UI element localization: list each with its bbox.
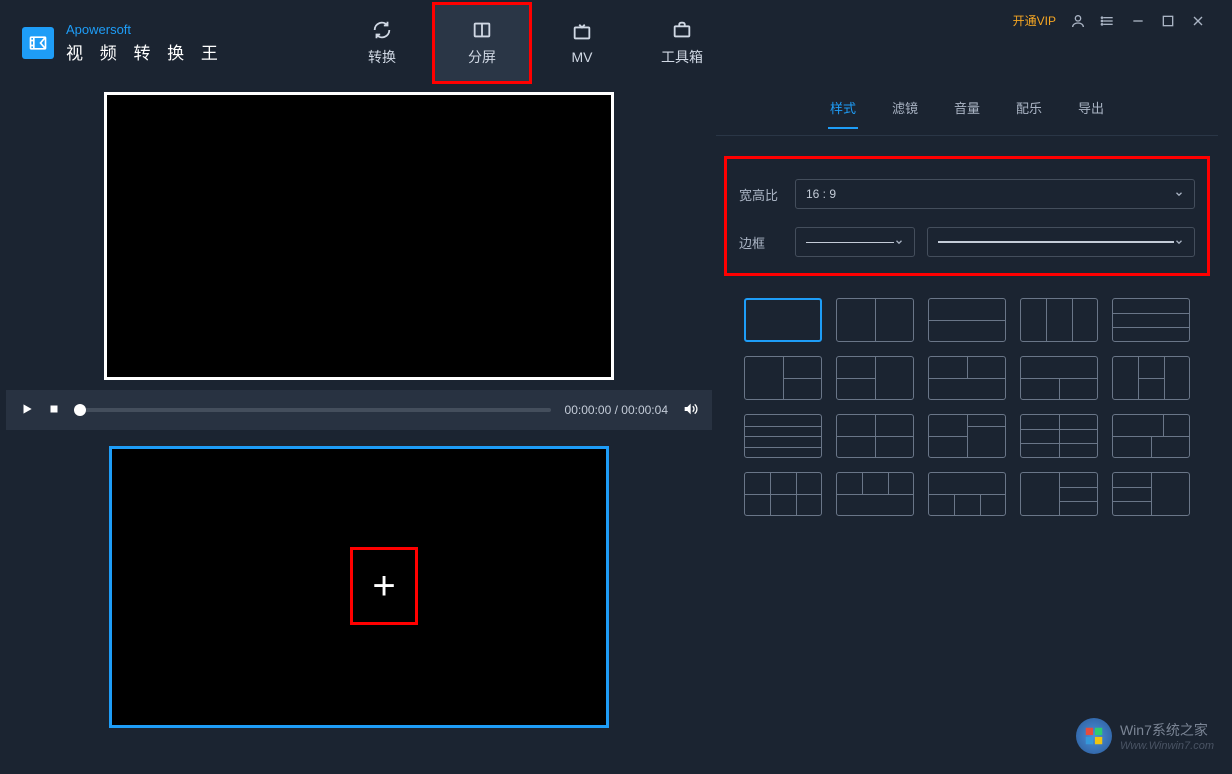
tab-export[interactable]: 导出 xyxy=(1076,94,1106,129)
vip-button[interactable]: 开通VIP xyxy=(1013,12,1056,29)
layout-14[interactable] xyxy=(1020,414,1098,458)
chevron-down-icon xyxy=(1174,189,1184,199)
watermark-url: Www.Winwin7.com xyxy=(1120,740,1214,752)
close-button[interactable] xyxy=(1190,13,1206,29)
aspect-value: 16 : 9 xyxy=(806,187,836,201)
nav-split-label: 分屏 xyxy=(468,47,496,67)
nav-toolbox-label: 工具箱 xyxy=(661,47,703,67)
layout-4[interactable] xyxy=(1020,298,1098,342)
time-display: 00:00:00 / 00:00:04 xyxy=(565,403,668,417)
layout-5[interactable] xyxy=(1112,298,1190,342)
refresh-icon xyxy=(371,19,393,41)
layout-20[interactable] xyxy=(1112,472,1190,516)
nav-convert[interactable]: 转换 xyxy=(332,2,432,84)
preview-top xyxy=(104,92,614,380)
volume-icon[interactable] xyxy=(682,401,698,420)
layout-18[interactable] xyxy=(928,472,1006,516)
settings-panel: 宽高比 16 : 9 边框 xyxy=(724,156,1210,276)
toolbox-icon xyxy=(671,19,693,41)
layout-grid xyxy=(716,276,1218,516)
border-width-select[interactable] xyxy=(795,227,915,257)
tab-volume[interactable]: 音量 xyxy=(952,94,982,129)
add-zone[interactable]: + xyxy=(350,547,418,625)
brand-name: Apowersoft xyxy=(66,22,224,37)
layout-19[interactable] xyxy=(1020,472,1098,516)
layout-6[interactable] xyxy=(744,356,822,400)
plus-icon: + xyxy=(372,566,395,606)
layout-13[interactable] xyxy=(928,414,1006,458)
nav-convert-label: 转换 xyxy=(368,47,396,67)
chevron-down-icon xyxy=(1174,237,1184,247)
user-icon[interactable] xyxy=(1070,13,1086,29)
layout-15[interactable] xyxy=(1112,414,1190,458)
nav-mv-label: MV xyxy=(572,49,593,65)
minimize-button[interactable] xyxy=(1130,13,1146,29)
layout-9[interactable] xyxy=(1020,356,1098,400)
menu-icon[interactable] xyxy=(1100,13,1116,29)
aspect-label: 宽高比 xyxy=(739,185,781,204)
layout-3[interactable] xyxy=(928,298,1006,342)
layout-8[interactable] xyxy=(928,356,1006,400)
border-label: 边框 xyxy=(739,233,781,252)
stop-button[interactable] xyxy=(48,403,60,418)
layout-2[interactable] xyxy=(836,298,914,342)
aspect-select[interactable]: 16 : 9 xyxy=(795,179,1195,209)
nav-toolbox[interactable]: 工具箱 xyxy=(632,2,732,84)
mv-icon xyxy=(571,21,593,43)
brand-subtitle: 视 频 转 换 王 xyxy=(66,39,224,64)
chevron-down-icon xyxy=(894,237,904,247)
watermark-logo-icon xyxy=(1076,718,1112,754)
play-button[interactable] xyxy=(20,402,34,419)
layout-12[interactable] xyxy=(836,414,914,458)
tab-style[interactable]: 样式 xyxy=(828,94,858,129)
seek-thumb[interactable] xyxy=(74,404,86,416)
tab-music[interactable]: 配乐 xyxy=(1014,94,1044,129)
app-logo-icon xyxy=(22,27,54,59)
layout-11[interactable] xyxy=(744,414,822,458)
nav-split[interactable]: 分屏 xyxy=(432,2,532,84)
layout-17[interactable] xyxy=(836,472,914,516)
layout-1[interactable] xyxy=(744,298,822,342)
nav-mv[interactable]: MV xyxy=(532,2,632,84)
border-style-select[interactable] xyxy=(927,227,1195,257)
layout-10[interactable] xyxy=(1112,356,1190,400)
preview-bottom[interactable]: + xyxy=(109,446,609,728)
titlebar: Apowersoft 视 频 转 换 王 转换 分屏 MV 工具箱 开 xyxy=(2,2,1218,84)
tab-filter[interactable]: 滤镜 xyxy=(890,94,920,129)
player-bar: 00:00:00 / 00:00:04 xyxy=(6,390,712,430)
layout-16[interactable] xyxy=(744,472,822,516)
split-icon xyxy=(471,19,493,41)
maximize-button[interactable] xyxy=(1160,13,1176,29)
watermark-title: Win7系统之家 xyxy=(1120,720,1214,740)
seek-bar[interactable] xyxy=(74,408,551,412)
layout-7[interactable] xyxy=(836,356,914,400)
watermark: Win7系统之家 Www.Winwin7.com xyxy=(1076,718,1214,754)
